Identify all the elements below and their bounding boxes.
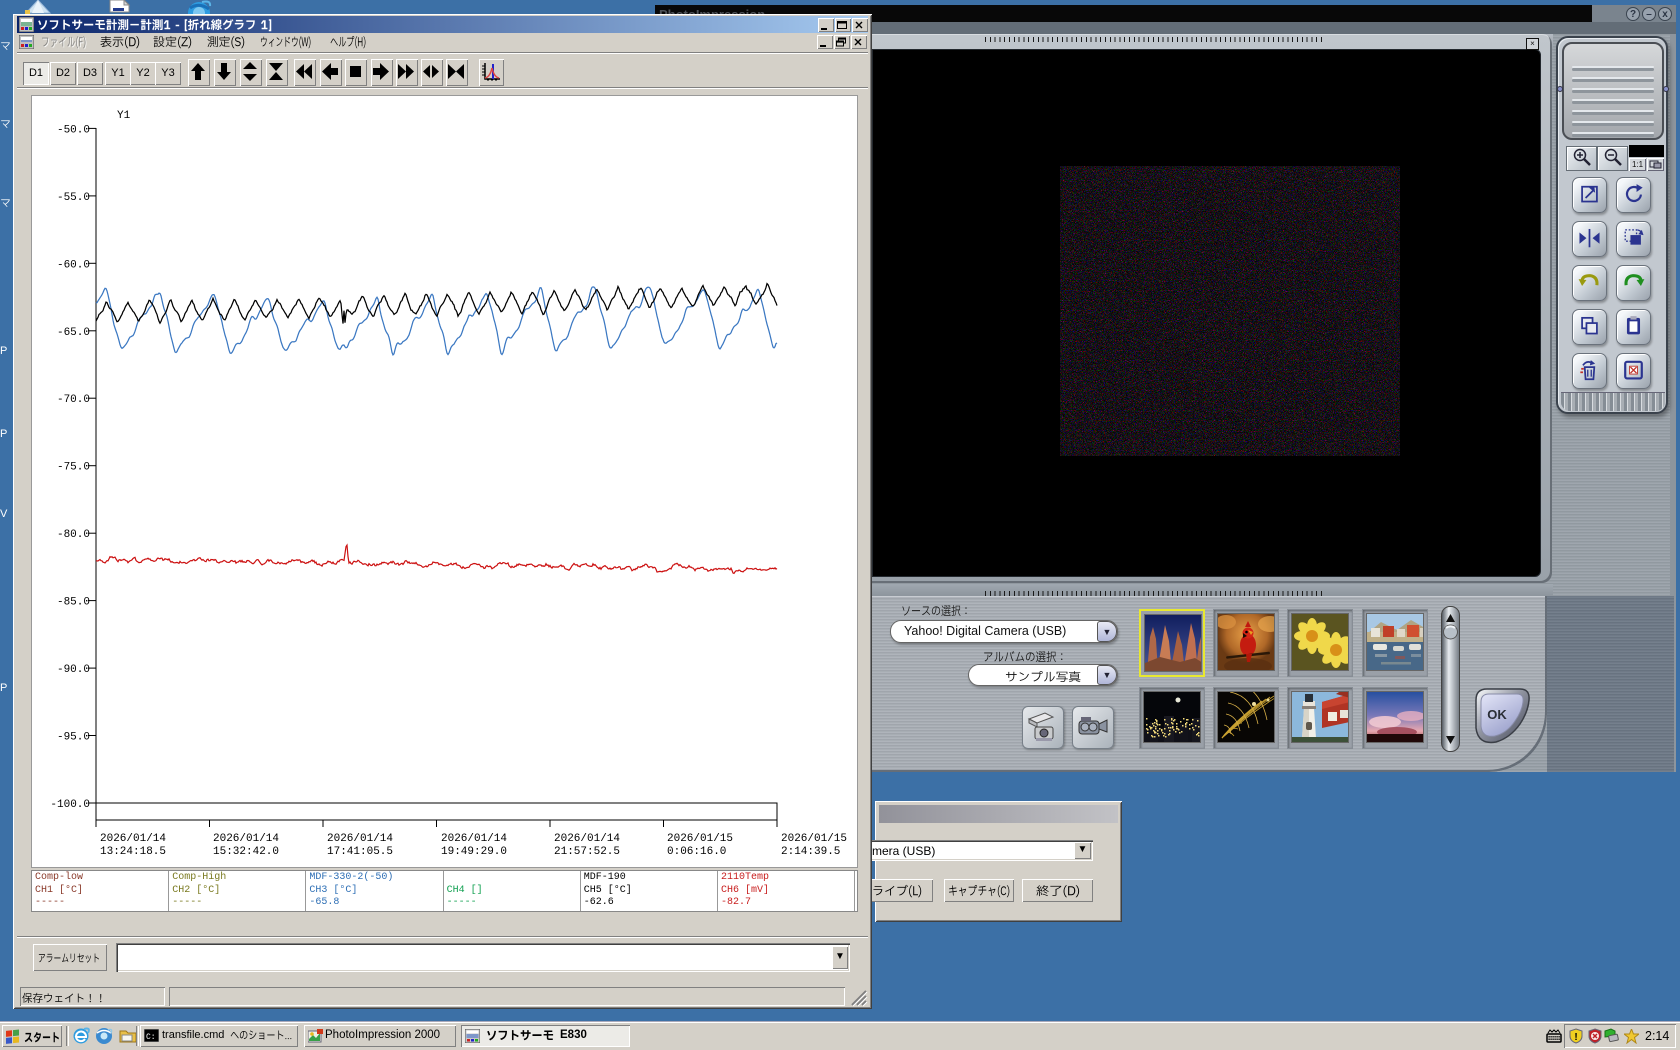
svg-text:19:49:29.0: 19:49:29.0	[441, 846, 507, 858]
svg-text:Y1: Y1	[117, 110, 131, 122]
svg-text:-60.0: -60.0	[57, 259, 90, 271]
svg-text:2026/01/15: 2026/01/15	[667, 833, 733, 845]
svg-text:2026/01/15: 2026/01/15	[781, 833, 847, 845]
svg-text:-55.0: -55.0	[57, 192, 90, 204]
svg-text:2026/01/14: 2026/01/14	[554, 833, 620, 845]
svg-text:-80.0: -80.0	[57, 529, 90, 541]
svg-text:2:14:39.5: 2:14:39.5	[781, 846, 840, 858]
svg-text:2026/01/14: 2026/01/14	[213, 833, 279, 845]
svg-text:-70.0: -70.0	[57, 394, 90, 406]
svg-text:15:32:42.0: 15:32:42.0	[213, 846, 279, 858]
svg-text:2026/01/14: 2026/01/14	[100, 833, 166, 845]
svg-text:21:57:52.5: 21:57:52.5	[554, 846, 620, 858]
svg-text:-85.0: -85.0	[57, 597, 90, 609]
svg-text:-100.0: -100.0	[50, 799, 90, 811]
svg-text:0:06:16.0: 0:06:16.0	[667, 846, 726, 858]
svg-text:!: !	[1574, 1032, 1577, 1043]
svg-text:C:: C:	[146, 1033, 156, 1042]
svg-text:2026/01/14: 2026/01/14	[441, 833, 507, 845]
svg-text:-50.0: -50.0	[57, 124, 90, 136]
svg-text:13:24:18.5: 13:24:18.5	[100, 846, 166, 858]
svg-text:17:41:05.5: 17:41:05.5	[327, 846, 393, 858]
svg-text:2026/01/14: 2026/01/14	[327, 833, 393, 845]
svg-text:-90.0: -90.0	[57, 664, 90, 676]
svg-text:-95.0: -95.0	[57, 732, 90, 744]
svg-text:OK: OK	[1487, 707, 1507, 722]
svg-text:-65.0: -65.0	[57, 327, 90, 339]
svg-text:-75.0: -75.0	[57, 462, 90, 474]
